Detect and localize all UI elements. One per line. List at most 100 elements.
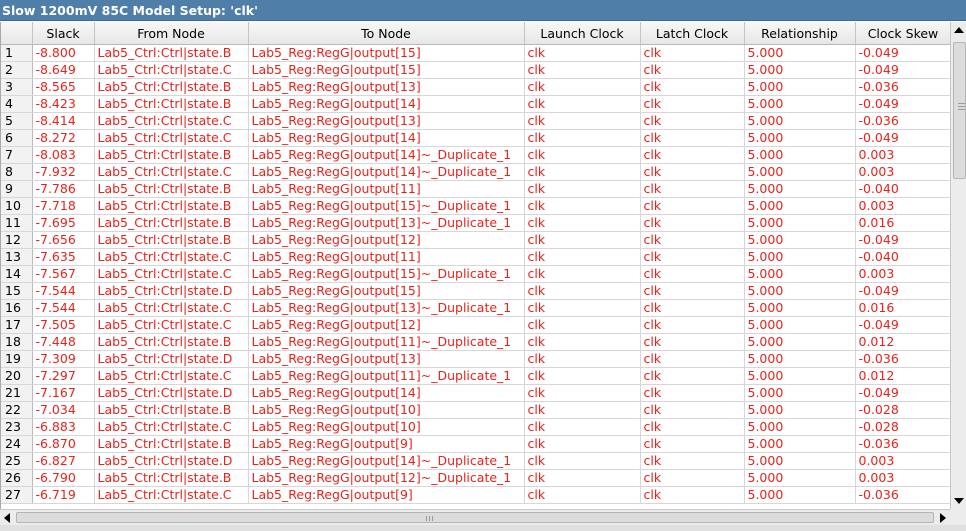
latch-clock-cell: clk: [640, 265, 745, 283]
horizontal-scroll-thumb[interactable]: [16, 512, 934, 523]
clock-skew-cell: 0.016: [855, 299, 951, 317]
table-row[interactable]: 1 -8.800 Lab5_Ctrl:Ctrl|state.B Lab5_Reg:Re…: [1, 44, 951, 62]
from-node-cell: Lab5_Ctrl:Ctrl|state.C: [94, 418, 249, 436]
slack-cell: -7.167: [32, 384, 95, 402]
table-row[interactable]: 8 -7.932 Lab5_Ctrl:Ctrl|state.C Lab5_Reg:Re…: [1, 163, 951, 181]
grip-line: [958, 103, 965, 104]
table-row[interactable]: 3 -8.565 Lab5_Ctrl:Ctrl|state.B Lab5_Reg:Re…: [1, 78, 951, 96]
clock-skew-cell: -0.028: [855, 401, 951, 419]
relationship-cell: 5.000: [744, 248, 856, 266]
relationship-cell: 5.000: [744, 146, 856, 164]
launch-clock-cell: clk: [524, 197, 641, 215]
launch-clock-cell: clk: [524, 231, 641, 249]
column-header-index[interactable]: [1, 22, 33, 45]
row-index: 14: [1, 265, 33, 283]
slack-cell: -7.034: [32, 401, 95, 419]
table-row[interactable]: 24 -6.870 Lab5_Ctrl:Ctrl|state.B Lab5_Reg:R…: [1, 435, 951, 453]
vertical-scrollbar[interactable]: [950, 22, 966, 509]
table-row[interactable]: 21 -7.167 Lab5_Ctrl:Ctrl|state.D Lab5_Reg:R…: [1, 384, 951, 402]
to-node-cell: Lab5_Reg:RegG|output[14]~_Duplicate_1: [248, 146, 525, 164]
table-row[interactable]: 15 -7.544 Lab5_Ctrl:Ctrl|state.D Lab5_Reg:R…: [1, 282, 951, 300]
relationship-cell: 5.000: [744, 214, 856, 232]
table-row[interactable]: 11 -7.695 Lab5_Ctrl:Ctrl|state.B Lab5_Reg:R…: [1, 214, 951, 232]
vertical-scroll-thumb[interactable]: [953, 42, 966, 179]
row-index: 26: [1, 469, 33, 487]
column-header-relationship[interactable]: Relationship: [744, 22, 856, 45]
arrow-left-icon[interactable]: [4, 513, 10, 523]
row-index: 25: [1, 452, 33, 470]
from-node-cell: Lab5_Ctrl:Ctrl|state.B: [94, 95, 249, 113]
column-header-latch-clock[interactable]: Latch Clock: [640, 22, 745, 45]
table-row[interactable]: 25 -6.827 Lab5_Ctrl:Ctrl|state.D Lab5_Reg:R…: [1, 452, 951, 470]
launch-clock-cell: clk: [524, 299, 641, 317]
table-row[interactable]: 19 -7.309 Lab5_Ctrl:Ctrl|state.D Lab5_Reg:R…: [1, 350, 951, 368]
table-row[interactable]: 5 -8.414 Lab5_Ctrl:Ctrl|state.C Lab5_Reg:Re…: [1, 112, 951, 130]
column-header-clock-skew[interactable]: Clock Skew: [855, 22, 951, 45]
launch-clock-cell: clk: [524, 316, 641, 334]
slack-cell: -7.932: [32, 163, 95, 181]
row-index: 3: [1, 78, 33, 96]
table-row[interactable]: 23 -6.883 Lab5_Ctrl:Ctrl|state.C Lab5_Reg:R…: [1, 418, 951, 436]
clock-skew-cell: 0.003: [855, 146, 951, 164]
slack-cell: -8.272: [32, 129, 95, 147]
arrow-right-icon[interactable]: [940, 513, 946, 523]
table-row[interactable]: 13 -7.635 Lab5_Ctrl:Ctrl|state.C Lab5_Reg:R…: [1, 248, 951, 266]
table-row[interactable]: 27 -6.719 Lab5_Ctrl:Ctrl|state.C Lab5_Reg:R…: [1, 486, 951, 504]
clock-skew-cell: -0.049: [855, 129, 951, 147]
slack-cell: -7.505: [32, 316, 95, 334]
table-row[interactable]: 7 -8.083 Lab5_Ctrl:Ctrl|state.B Lab5_Reg:Re…: [1, 146, 951, 164]
grip-line: [429, 516, 430, 521]
column-header-from-node[interactable]: From Node: [94, 22, 249, 45]
relationship-cell: 5.000: [744, 112, 856, 130]
launch-clock-cell: clk: [524, 486, 641, 504]
latch-clock-cell: clk: [640, 163, 745, 181]
from-node-cell: Lab5_Ctrl:Ctrl|state.B: [94, 180, 249, 198]
table-row[interactable]: 10 -7.718 Lab5_Ctrl:Ctrl|state.B Lab5_Reg:R…: [1, 197, 951, 215]
row-index: 12: [1, 231, 33, 249]
horizontal-scrollbar[interactable]: [0, 509, 950, 525]
table-row[interactable]: 26 -6.790 Lab5_Ctrl:Ctrl|state.B Lab5_Reg:R…: [1, 469, 951, 487]
table-body: 1 -8.800 Lab5_Ctrl:Ctrl|state.B Lab5_Reg:Re…: [1, 44, 951, 504]
column-header-launch-clock[interactable]: Launch Clock: [524, 22, 641, 45]
clock-skew-cell: 0.003: [855, 163, 951, 181]
arrow-down-icon[interactable]: [954, 498, 964, 504]
table-row[interactable]: 4 -8.423 Lab5_Ctrl:Ctrl|state.B Lab5_Reg:Re…: [1, 95, 951, 113]
row-index: 2: [1, 61, 33, 79]
to-node-cell: Lab5_Reg:RegG|output[12]~_Duplicate_1: [248, 469, 525, 487]
slack-cell: -7.695: [32, 214, 95, 232]
to-node-cell: Lab5_Reg:RegG|output[13]~_Duplicate_1: [248, 214, 525, 232]
grip-line: [958, 109, 965, 110]
table-row[interactable]: 2 -8.649 Lab5_Ctrl:Ctrl|state.C Lab5_Reg:Re…: [1, 61, 951, 79]
to-node-cell: Lab5_Reg:RegG|output[10]: [248, 401, 525, 419]
from-node-cell: Lab5_Ctrl:Ctrl|state.D: [94, 282, 249, 300]
arrow-up-icon[interactable]: [954, 27, 964, 33]
table-row[interactable]: 17 -7.505 Lab5_Ctrl:Ctrl|state.C Lab5_Reg:R…: [1, 316, 951, 334]
clock-skew-cell: 0.003: [855, 469, 951, 487]
row-index: 9: [1, 180, 33, 198]
relationship-cell: 5.000: [744, 265, 856, 283]
slack-cell: -8.083: [32, 146, 95, 164]
table-row[interactable]: 20 -7.297 Lab5_Ctrl:Ctrl|state.C Lab5_Reg:R…: [1, 367, 951, 385]
row-index: 19: [1, 350, 33, 368]
to-node-cell: Lab5_Reg:RegG|output[15]~_Duplicate_1: [248, 265, 525, 283]
table-row[interactable]: 9 -7.786 Lab5_Ctrl:Ctrl|state.B Lab5_Reg:Re…: [1, 180, 951, 198]
table-row[interactable]: 14 -7.567 Lab5_Ctrl:Ctrl|state.C Lab5_Reg:R…: [1, 265, 951, 283]
launch-clock-cell: clk: [524, 384, 641, 402]
slack-cell: -6.870: [32, 435, 95, 453]
from-node-cell: Lab5_Ctrl:Ctrl|state.C: [94, 248, 249, 266]
relationship-cell: 5.000: [744, 452, 856, 470]
column-header-to-node[interactable]: To Node: [248, 22, 525, 45]
latch-clock-cell: clk: [640, 452, 745, 470]
from-node-cell: Lab5_Ctrl:Ctrl|state.C: [94, 265, 249, 283]
column-header-slack[interactable]: Slack: [32, 22, 95, 45]
table-row[interactable]: 18 -7.448 Lab5_Ctrl:Ctrl|state.B Lab5_Reg:R…: [1, 333, 951, 351]
to-node-cell: Lab5_Reg:RegG|output[11]~_Duplicate_1: [248, 367, 525, 385]
table-row[interactable]: 12 -7.656 Lab5_Ctrl:Ctrl|state.B Lab5_Reg:R…: [1, 231, 951, 249]
row-index: 13: [1, 248, 33, 266]
from-node-cell: Lab5_Ctrl:Ctrl|state.B: [94, 231, 249, 249]
table-row[interactable]: 22 -7.034 Lab5_Ctrl:Ctrl|state.B Lab5_Reg:R…: [1, 401, 951, 419]
scrollbar-corner: [950, 509, 966, 525]
table-row[interactable]: 16 -7.544 Lab5_Ctrl:Ctrl|state.C Lab5_Reg:R…: [1, 299, 951, 317]
table-row[interactable]: 6 -8.272 Lab5_Ctrl:Ctrl|state.C Lab5_Reg:Re…: [1, 129, 951, 147]
to-node-cell: Lab5_Reg:RegG|output[15]: [248, 61, 525, 79]
